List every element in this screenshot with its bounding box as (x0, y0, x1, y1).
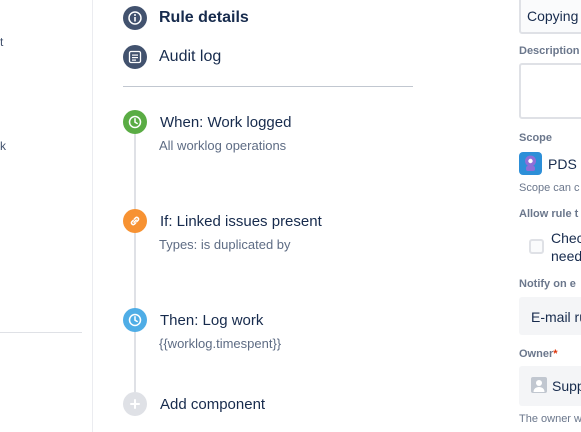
scope-label: Scope (519, 132, 553, 144)
list-icon (123, 45, 147, 69)
rule-name-value: Copying (527, 8, 579, 24)
action-title[interactable]: Then: Log work (160, 312, 263, 329)
description-label: Description (519, 45, 580, 57)
user-avatar-icon (531, 377, 547, 393)
project-avatar-icon (519, 152, 542, 175)
sidebar-fragment[interactable]: k (0, 139, 6, 153)
link-icon (123, 209, 147, 233)
allow-rule-checkbox[interactable] (529, 239, 544, 254)
sidebar-fragment[interactable]: t (0, 35, 3, 49)
panel-separator (92, 0, 93, 432)
owner-help-text: The owner w (519, 413, 581, 425)
trigger-title[interactable]: When: Work logged (160, 114, 291, 131)
notify-value: E-mail ru (531, 309, 581, 325)
checkbox-label-line-2: need (551, 248, 581, 264)
checkbox-label-line-1: Chec (551, 230, 581, 246)
action-subtitle: {{worklog.timespent}} (159, 336, 282, 351)
nav-audit-log[interactable]: Audit log (159, 48, 221, 66)
info-icon (123, 6, 147, 30)
trigger-subtitle: All worklog operations (159, 138, 287, 153)
scope-value: PDS (548, 156, 577, 172)
clock-icon (123, 110, 147, 134)
clock-icon (123, 308, 147, 332)
owner-label: Owner* (519, 348, 558, 360)
scope-help-text: Scope can c (519, 182, 580, 194)
notify-select[interactable]: E-mail ru (519, 297, 581, 335)
condition-title[interactable]: If: Linked issues present (160, 213, 322, 230)
add-component-button[interactable]: Add component (160, 396, 265, 413)
allow-rule-label: Allow rule t (519, 208, 579, 220)
nav-rule-details[interactable]: Rule details (159, 9, 249, 27)
rule-name-input[interactable]: Copying (519, 0, 581, 34)
sidebar-divider (0, 332, 82, 333)
description-textarea[interactable] (519, 63, 581, 119)
owner-label-text: Owner (519, 348, 554, 360)
nav-divider (123, 86, 413, 87)
owner-select[interactable]: Supp (519, 366, 581, 406)
plus-icon[interactable] (123, 392, 147, 416)
notify-label: Notify on e (519, 278, 576, 290)
condition-subtitle: Types: is duplicated by (159, 237, 291, 252)
timeline-line (134, 134, 136, 392)
owner-value: Supp (552, 378, 581, 394)
required-marker: * (553, 348, 558, 360)
